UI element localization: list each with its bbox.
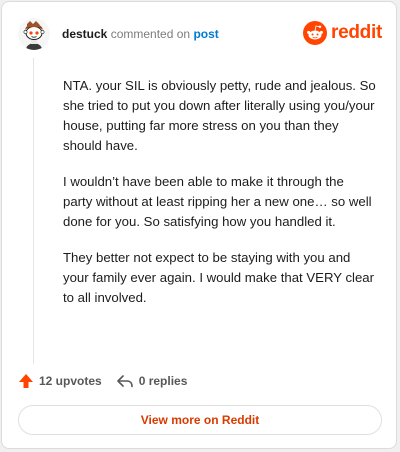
reply-button[interactable]: 0 replies <box>116 373 188 389</box>
comment-header: destuck commented on post reddit <box>18 18 382 52</box>
comment-paragraph: They better not expect to be staying wit… <box>63 250 375 305</box>
upvote-arrow-icon <box>18 373 34 389</box>
reddit-logo-icon <box>303 21 328 45</box>
comment-paragraph: NTA. your SIL is obviously petty, rude a… <box>63 78 376 153</box>
thread-rail <box>33 58 34 364</box>
username-link[interactable]: destuck <box>62 27 107 41</box>
reply-count: 0 replies <box>138 374 188 388</box>
comment-meta: destuck commented on post <box>62 26 219 42</box>
reddit-comment-embed: destuck commented on post reddit NTA. yo… <box>1 1 397 449</box>
post-link[interactable]: post <box>193 27 218 41</box>
comment-body: NTA. your SIL is obviously petty, rude a… <box>63 76 376 324</box>
reply-arrow-icon <box>116 373 134 389</box>
snoo-avatar-icon[interactable] <box>18 18 50 50</box>
comment-footer: 12 upvotes 0 replies <box>18 371 201 391</box>
view-more-button[interactable]: View more on Reddit <box>18 405 382 435</box>
reddit-brand[interactable]: reddit <box>303 21 382 45</box>
comment-paragraph: I wouldn’t have been able to make it thr… <box>63 174 372 229</box>
view-more-label: View more on Reddit <box>140 413 260 427</box>
upvote-button[interactable]: 12 upvotes <box>18 373 102 389</box>
action-text: commented on <box>110 27 191 41</box>
reddit-wordmark: reddit <box>331 22 382 43</box>
upvote-count: 12 upvotes <box>39 374 102 388</box>
